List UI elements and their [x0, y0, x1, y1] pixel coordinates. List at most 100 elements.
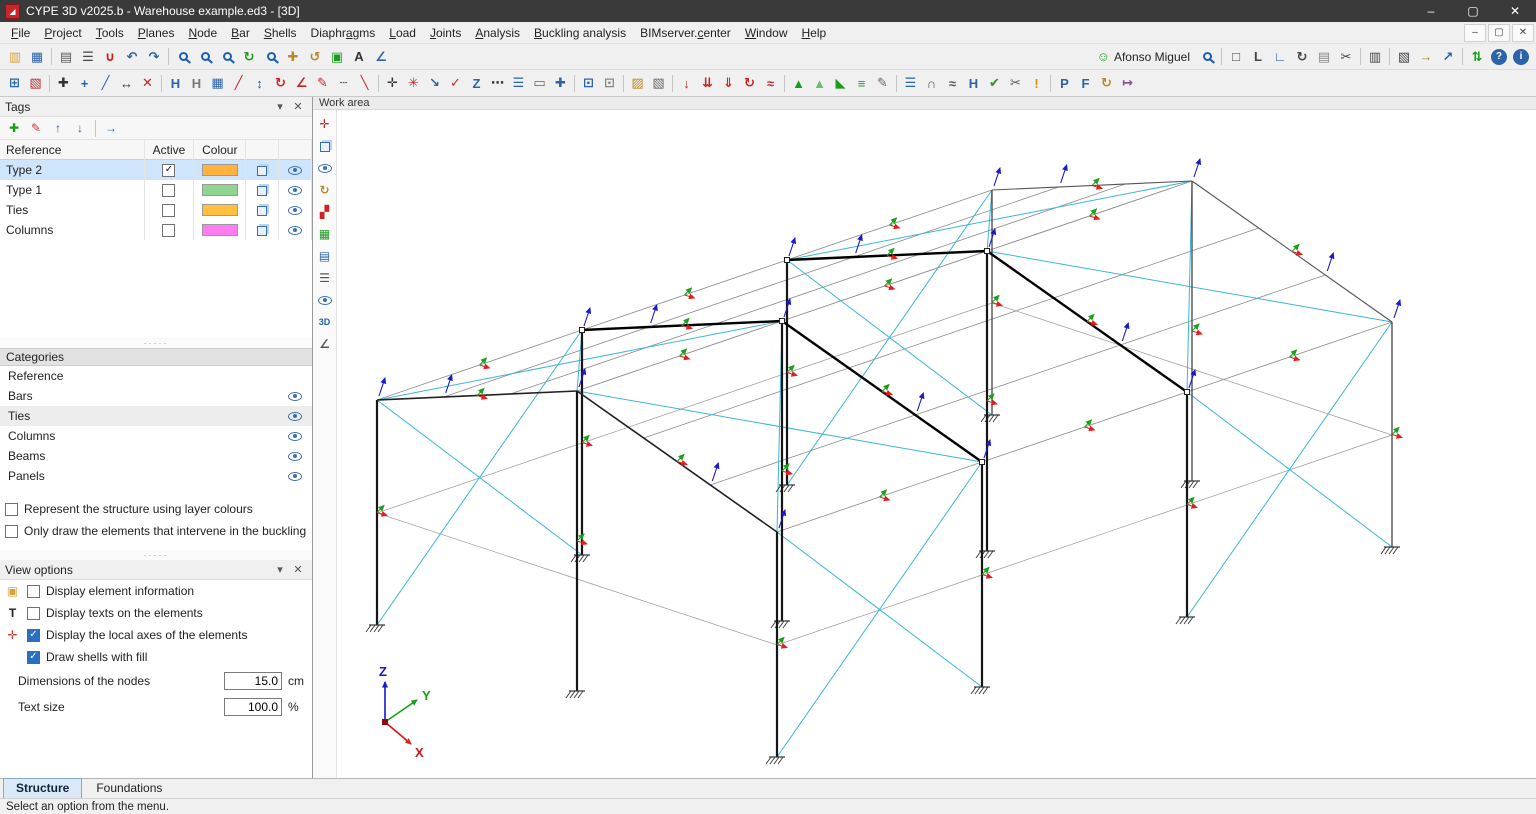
assign-elements-icon[interactable]: →	[101, 119, 121, 137]
reference-planes-icon[interactable]: ▣	[326, 47, 348, 67]
pan-icon[interactable]: ✚	[282, 47, 304, 67]
bar-angle-icon[interactable]: ∠	[291, 73, 312, 93]
menu-buckling-analysis[interactable]: Buckling analysis	[527, 24, 633, 42]
section-plane-icon[interactable]: ▞	[315, 202, 335, 222]
column-header-active[interactable]: Active	[145, 140, 195, 160]
exit-3d-icon[interactable]: ↦	[1117, 73, 1138, 93]
tag-colour-swatch[interactable]	[202, 204, 238, 216]
edit-shell-icon[interactable]: ▨	[627, 73, 648, 93]
menu-window[interactable]: Window	[738, 24, 795, 42]
tag-row[interactable]: Type 1	[0, 180, 312, 200]
tag-colour-swatch[interactable]	[202, 224, 238, 236]
thermal-load-icon[interactable]: ≈	[760, 73, 781, 93]
layers-icon[interactable]: ☰	[315, 268, 335, 288]
node-star-icon[interactable]: ✳	[403, 73, 424, 93]
selection-polygon-icon[interactable]: ⊡	[599, 73, 620, 93]
coordinate-system-icon[interactable]: ✛	[315, 114, 335, 134]
category-visibility-icon[interactable]	[288, 472, 302, 481]
display-element-information-checkbox[interactable]	[27, 585, 40, 598]
introduce-node-icon[interactable]: +	[74, 73, 95, 93]
category-visibility-icon[interactable]	[288, 432, 302, 441]
tag-row[interactable]: Type 2✓	[0, 160, 312, 180]
help-icon[interactable]: ?	[1491, 49, 1507, 65]
edit-bar-icon[interactable]: ╱	[228, 73, 249, 93]
new-bar-icon[interactable]: ╱	[95, 73, 116, 93]
menu-tools[interactable]: Tools	[89, 24, 131, 42]
point-load-icon[interactable]: ↓	[676, 73, 697, 93]
tag-colour-swatch[interactable]	[202, 164, 238, 176]
disconnect-bar-icon[interactable]: ╲	[354, 73, 375, 93]
assign-buckling-icon[interactable]: ◣	[830, 73, 851, 93]
menu-planes[interactable]: Planes	[131, 24, 182, 42]
sketch-icon[interactable]: ✎	[312, 73, 333, 93]
menu-node[interactable]: Node	[181, 24, 224, 42]
panel-splitter-2[interactable]	[0, 550, 312, 560]
flags-icon[interactable]: F	[1075, 73, 1096, 93]
draw-shells-fill-option[interactable]: ✓Draw shells with fill	[0, 646, 312, 668]
tag-isolate-icon[interactable]	[257, 166, 267, 176]
move-node-icon[interactable]: ✚	[53, 73, 74, 93]
layer-colours-option[interactable]: Represent the structure using layer colo…	[5, 498, 308, 520]
local-z-icon[interactable]: Z	[466, 73, 487, 93]
tag-colour-swatch[interactable]	[202, 184, 238, 196]
open-job-icon[interactable]: ▥	[4, 47, 26, 67]
single-window-icon[interactable]: □	[1225, 47, 1247, 67]
delete-node-icon[interactable]: ✕	[137, 73, 158, 93]
tag-isolate-icon[interactable]	[257, 206, 267, 216]
save-icon[interactable]: ▦	[26, 47, 48, 67]
menu-diaphragms[interactable]: Diaphragms	[304, 24, 383, 42]
category-visibility-icon[interactable]	[288, 392, 302, 401]
zoom-in-icon[interactable]	[216, 47, 238, 67]
shells-view-icon[interactable]: ▦	[315, 224, 335, 244]
edit-plane-icon[interactable]: ⊞	[4, 73, 25, 93]
tag-visibility-icon[interactable]	[288, 206, 302, 215]
view-cube-icon[interactable]	[315, 136, 335, 156]
menu-analysis[interactable]: Analysis	[468, 24, 527, 42]
bar-groups-icon[interactable]: ☰	[900, 73, 921, 93]
display-local-axes-option[interactable]: ✛✓Display the local axes of the elements	[0, 624, 312, 646]
menu-joints[interactable]: Joints	[423, 24, 468, 42]
user-button[interactable]: ☺ Afonso Miguel	[1091, 49, 1196, 64]
angle-view-icon[interactable]: ∟	[1269, 47, 1291, 67]
measure-icon[interactable]: ∠	[370, 47, 392, 67]
arch-generator-icon[interactable]: ∩	[921, 73, 942, 93]
mdi-minimize-button[interactable]: –	[1464, 24, 1486, 42]
create-panel-icon[interactable]: ▭	[529, 73, 550, 93]
bar-direction-icon[interactable]: ↘	[424, 73, 445, 93]
collapse-tags-button[interactable]: ▾	[271, 99, 289, 115]
tag-isolate-icon[interactable]	[257, 226, 267, 236]
rotate-assembly-icon[interactable]: ↻	[1096, 73, 1117, 93]
mdi-close-button[interactable]: ✕	[1512, 24, 1534, 42]
menu-help[interactable]: Help	[795, 24, 834, 42]
move-tag-up-icon[interactable]: ↑	[48, 119, 68, 137]
buckling-coefficients-icon[interactable]: ≡	[851, 73, 872, 93]
moment-load-icon[interactable]: ↻	[739, 73, 760, 93]
column-header-colour[interactable]: Colour	[194, 140, 246, 160]
dxf-dwg-template-icon[interactable]: ▧	[25, 73, 46, 93]
category-visibility-icon[interactable]	[288, 412, 302, 421]
hide-elements-icon[interactable]	[315, 290, 335, 310]
info-icon[interactable]: i	[1513, 49, 1529, 65]
redo-icon[interactable]: ↷	[143, 47, 165, 67]
tag-isolate-icon[interactable]	[257, 186, 267, 196]
menu-load[interactable]: Load	[382, 24, 423, 42]
structure-3d-view[interactable]: ZYX	[337, 110, 1534, 775]
sections-icon[interactable]: H	[963, 73, 984, 93]
category-row-columns[interactable]: Columns	[0, 426, 312, 446]
group-bars-icon[interactable]: ☰	[508, 73, 529, 93]
zoom-window-icon[interactable]	[172, 47, 194, 67]
tab-foundations[interactable]: Foundations	[84, 779, 174, 798]
tag-visibility-icon[interactable]	[288, 166, 302, 175]
rotate-view-icon[interactable]: ↻	[1291, 47, 1313, 67]
delete-shell-icon[interactable]: ▧	[648, 73, 669, 93]
selection-window-icon[interactable]: ⊡	[578, 73, 599, 93]
node-size-input[interactable]	[224, 672, 282, 690]
previous-view-icon[interactable]	[260, 47, 282, 67]
buckling-only-checkbox[interactable]	[5, 525, 18, 538]
visibility-options-icon[interactable]	[315, 158, 335, 178]
describe-profile-icon[interactable]: H	[165, 73, 186, 93]
display-texts-option[interactable]: TDisplay texts on the elements	[0, 602, 312, 624]
job-data-icon[interactable]: ▤	[55, 47, 77, 67]
lod-icon[interactable]: L	[1247, 47, 1269, 67]
surface-load-icon[interactable]: ⇓	[718, 73, 739, 93]
